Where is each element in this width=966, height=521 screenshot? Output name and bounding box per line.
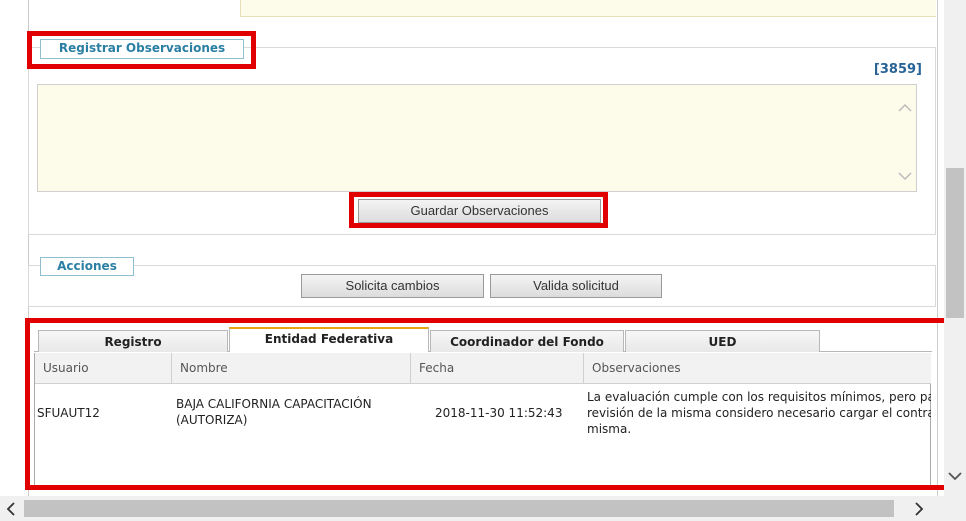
chevron-down-icon[interactable] [898, 166, 912, 185]
top-info-strip [240, 0, 936, 17]
tab-coordinador-del-fondo[interactable]: Coordinador del Fondo [430, 330, 624, 352]
observaciones-legend: Registrar Observaciones [40, 39, 244, 59]
cell-fecha: 2018-11-30 11:52:43 [435, 406, 563, 420]
cell-usuario: SFUAUT12 [37, 406, 100, 420]
cell-nombre-line: (AUTORIZA) [176, 413, 248, 427]
request-changes-button[interactable]: Solicita cambios [301, 274, 484, 298]
cell-observaciones-line: misma. [587, 422, 632, 436]
vertical-scrollbar[interactable] [944, 0, 966, 496]
cell-observaciones-line: La evaluación cumple con los requisitos … [587, 390, 931, 404]
column-header-fecha[interactable]: Fecha [411, 353, 584, 383]
main-content: Registrar Observaciones [3859] Guardar O… [0, 0, 946, 496]
chevron-down-icon[interactable] [948, 470, 962, 484]
chevron-right-icon[interactable] [914, 502, 924, 519]
cell-observaciones: La evaluación cumple con los requisitos … [587, 389, 931, 437]
cell-nombre: BAJA CALIFORNIA CAPACITACIÓN (AUTORIZA) [176, 396, 372, 428]
chevron-up-icon[interactable] [898, 98, 912, 117]
cell-nombre-line: BAJA CALIFORNIA CAPACITACIÓN [176, 397, 372, 411]
validate-request-button[interactable]: Valida solicitud [490, 274, 662, 298]
acciones-legend: Acciones [40, 257, 134, 276]
column-header-nombre[interactable]: Nombre [172, 353, 411, 383]
save-observations-button[interactable]: Guardar Observaciones [358, 199, 601, 223]
character-counter: [3859] [873, 62, 922, 77]
table-row[interactable]: SFUAUT12 BAJA CALIFORNIA CAPACITACIÓN (A… [35, 384, 931, 446]
tab-entidad-federativa[interactable]: Entidad Federativa [229, 327, 429, 352]
tab-ued[interactable]: UED [625, 330, 820, 352]
chevron-left-icon[interactable] [6, 502, 16, 519]
horizontal-scrollbar-thumb[interactable] [24, 500, 894, 517]
column-header-observaciones[interactable]: Observaciones [584, 353, 931, 383]
tab-registro[interactable]: Registro [38, 330, 228, 352]
cell-observaciones-line: revisión de la misma considero necesario… [587, 406, 931, 420]
table-header: Usuario Nombre Fecha Observaciones [35, 353, 931, 384]
vertical-scrollbar-thumb[interactable] [946, 168, 964, 318]
column-header-usuario[interactable]: Usuario [35, 353, 172, 383]
observations-table: Usuario Nombre Fecha Observaciones SFUAU… [34, 353, 931, 488]
observaciones-textarea[interactable] [37, 84, 917, 192]
horizontal-scrollbar[interactable] [0, 496, 944, 521]
